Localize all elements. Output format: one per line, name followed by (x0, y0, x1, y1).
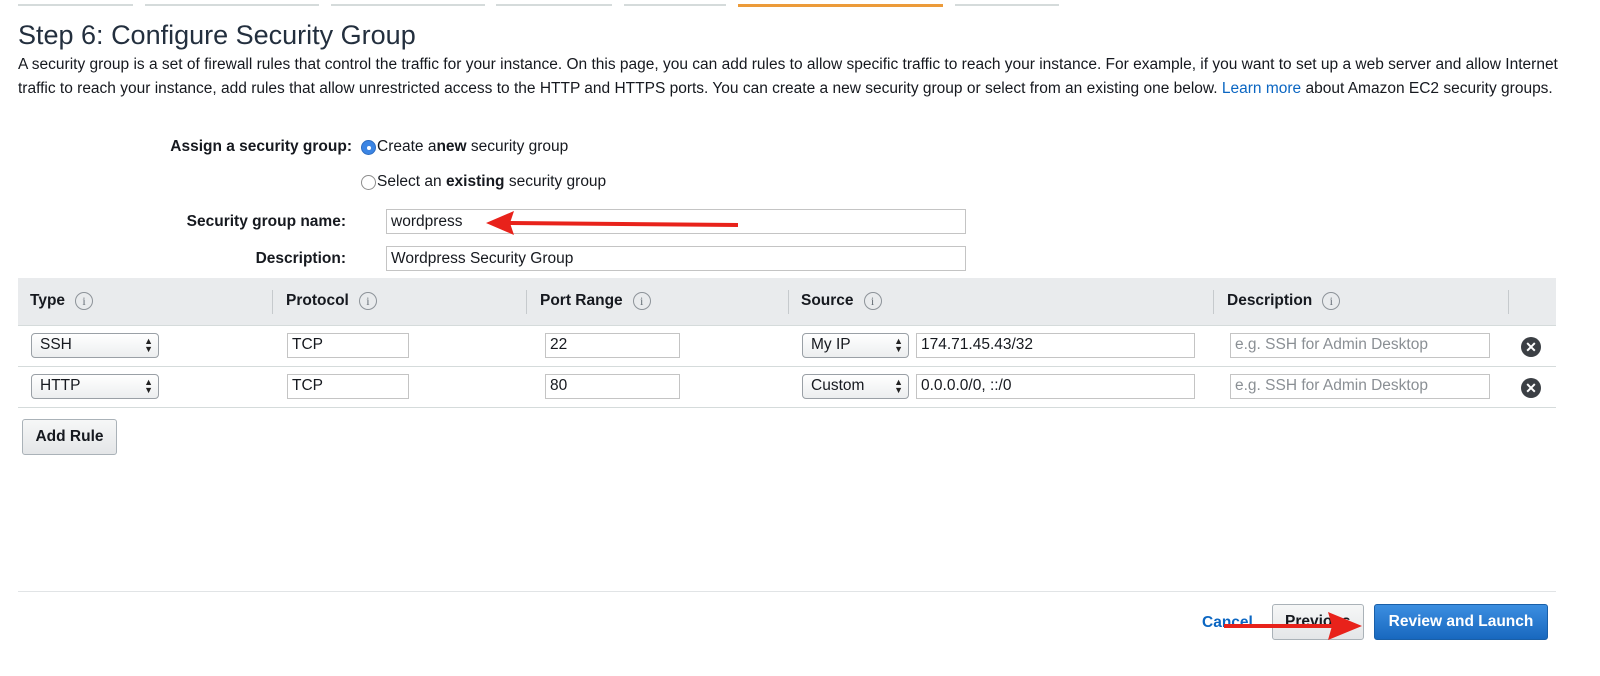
table-row: HTTP ▲ ▼ TCP 80 Custom ▲ ▼ 0.0.0.0/0, ::/0… (18, 367, 1556, 408)
protocol-field[interactable]: TCP (287, 374, 409, 399)
review-and-launch-button[interactable]: Review and Launch (1374, 604, 1548, 640)
footer-divider (18, 591, 1556, 592)
page-title: Step 6: Configure Security Group (18, 20, 416, 50)
step-tab-5[interactable] (624, 4, 726, 6)
col-description-label: Description (1227, 292, 1313, 309)
source-select[interactable]: Custom ▲ ▼ (802, 374, 909, 399)
source-select[interactable]: My IP ▲ ▼ (802, 333, 909, 358)
description-label: Description: (255, 250, 346, 267)
learn-more-link[interactable]: Learn more (1222, 80, 1301, 97)
source-cidr-field[interactable]: 0.0.0.0/0, ::/0 (916, 374, 1195, 399)
radio-create-new[interactable]: Create a new security group (361, 138, 568, 156)
info-icon[interactable]: i (75, 292, 94, 310)
column-separator (272, 290, 273, 314)
col-header-port-range: Port Range i (540, 292, 651, 310)
previous-button[interactable]: Previous (1272, 604, 1364, 640)
rules-table-header: Type i Protocol i Port Range i Source i Desc… (18, 278, 1556, 326)
step-tab-1[interactable] (18, 4, 133, 6)
col-source-label: Source (801, 292, 854, 309)
type-select-value: SSH (40, 336, 72, 353)
col-header-type: Type i (30, 292, 94, 310)
assign-security-group-label: Assign a security group: (170, 138, 352, 155)
info-icon[interactable]: i (863, 292, 882, 310)
type-select[interactable]: SSH ▲ ▼ (31, 333, 159, 358)
info-icon[interactable]: i (632, 292, 651, 310)
rule-description-field[interactable]: e.g. SSH for Admin Desktop (1230, 333, 1490, 358)
cancel-link[interactable]: Cancel (1202, 614, 1253, 632)
security-group-name-label: Security group name: (186, 213, 346, 230)
remove-row-icon[interactable]: ✕ (1521, 378, 1541, 398)
intro-paragraph: A security group is a set of firewall ru… (18, 53, 1578, 101)
add-rule-button[interactable]: Add Rule (22, 419, 117, 455)
col-header-source: Source i (801, 292, 882, 310)
info-icon[interactable]: i (358, 292, 377, 310)
radio-existing-bold: existing (445, 173, 505, 190)
radio-selected-icon[interactable] (361, 139, 376, 155)
description-input[interactable] (386, 246, 966, 271)
type-select[interactable]: HTTP ▲ ▼ (31, 374, 159, 399)
radio-existing-suffix: security group (504, 173, 607, 190)
remove-row-icon[interactable]: ✕ (1521, 337, 1541, 357)
col-type-label: Type (30, 292, 66, 309)
updown-arrows-icon: ▲ ▼ (894, 377, 903, 395)
radio-create-new-prefix: Create a (377, 138, 437, 155)
step-tab-4[interactable] (496, 4, 612, 6)
col-header-protocol: Protocol i (286, 292, 377, 310)
step-tab-2[interactable] (145, 4, 319, 6)
radio-existing-prefix: Select an (377, 173, 446, 190)
col-port-range-label: Port Range (540, 292, 623, 309)
rule-description-field[interactable]: e.g. SSH for Admin Desktop (1230, 374, 1490, 399)
source-cidr-field[interactable]: 174.71.45.43/32 (916, 333, 1195, 358)
source-select-value: Custom (811, 377, 865, 394)
column-separator (788, 290, 789, 314)
security-group-name-input[interactable] (386, 209, 966, 234)
port-range-field[interactable]: 22 (545, 333, 680, 358)
updown-arrows-icon: ▲ ▼ (894, 336, 903, 354)
radio-select-existing[interactable]: Select an existing security group (361, 173, 606, 191)
intro-suffix: about Amazon EC2 security groups. (1305, 80, 1553, 97)
wizard-step-tabs (0, 0, 1100, 8)
radio-create-new-bold: new (436, 138, 467, 155)
col-header-description: Description i (1227, 292, 1341, 310)
protocol-field[interactable]: TCP (287, 333, 409, 358)
step-tab-3[interactable] (331, 4, 485, 6)
updown-arrows-icon: ▲ ▼ (144, 377, 153, 395)
radio-unselected-icon[interactable] (361, 174, 376, 190)
updown-arrows-icon: ▲ ▼ (144, 336, 153, 354)
port-range-field[interactable]: 80 (545, 374, 680, 399)
step-tab-6-active[interactable] (738, 4, 943, 7)
column-separator (1213, 290, 1214, 314)
radio-create-new-suffix: security group (466, 138, 569, 155)
col-protocol-label: Protocol (286, 292, 349, 309)
source-select-value: My IP (811, 336, 851, 353)
step-tab-7[interactable] (955, 4, 1059, 6)
info-icon[interactable]: i (1322, 292, 1341, 310)
type-select-value: HTTP (40, 377, 81, 394)
column-separator (526, 290, 527, 314)
column-separator (1508, 290, 1509, 314)
table-row: SSH ▲ ▼ TCP 22 My IP ▲ ▼ 174.71.45.43/32 e… (18, 326, 1556, 367)
